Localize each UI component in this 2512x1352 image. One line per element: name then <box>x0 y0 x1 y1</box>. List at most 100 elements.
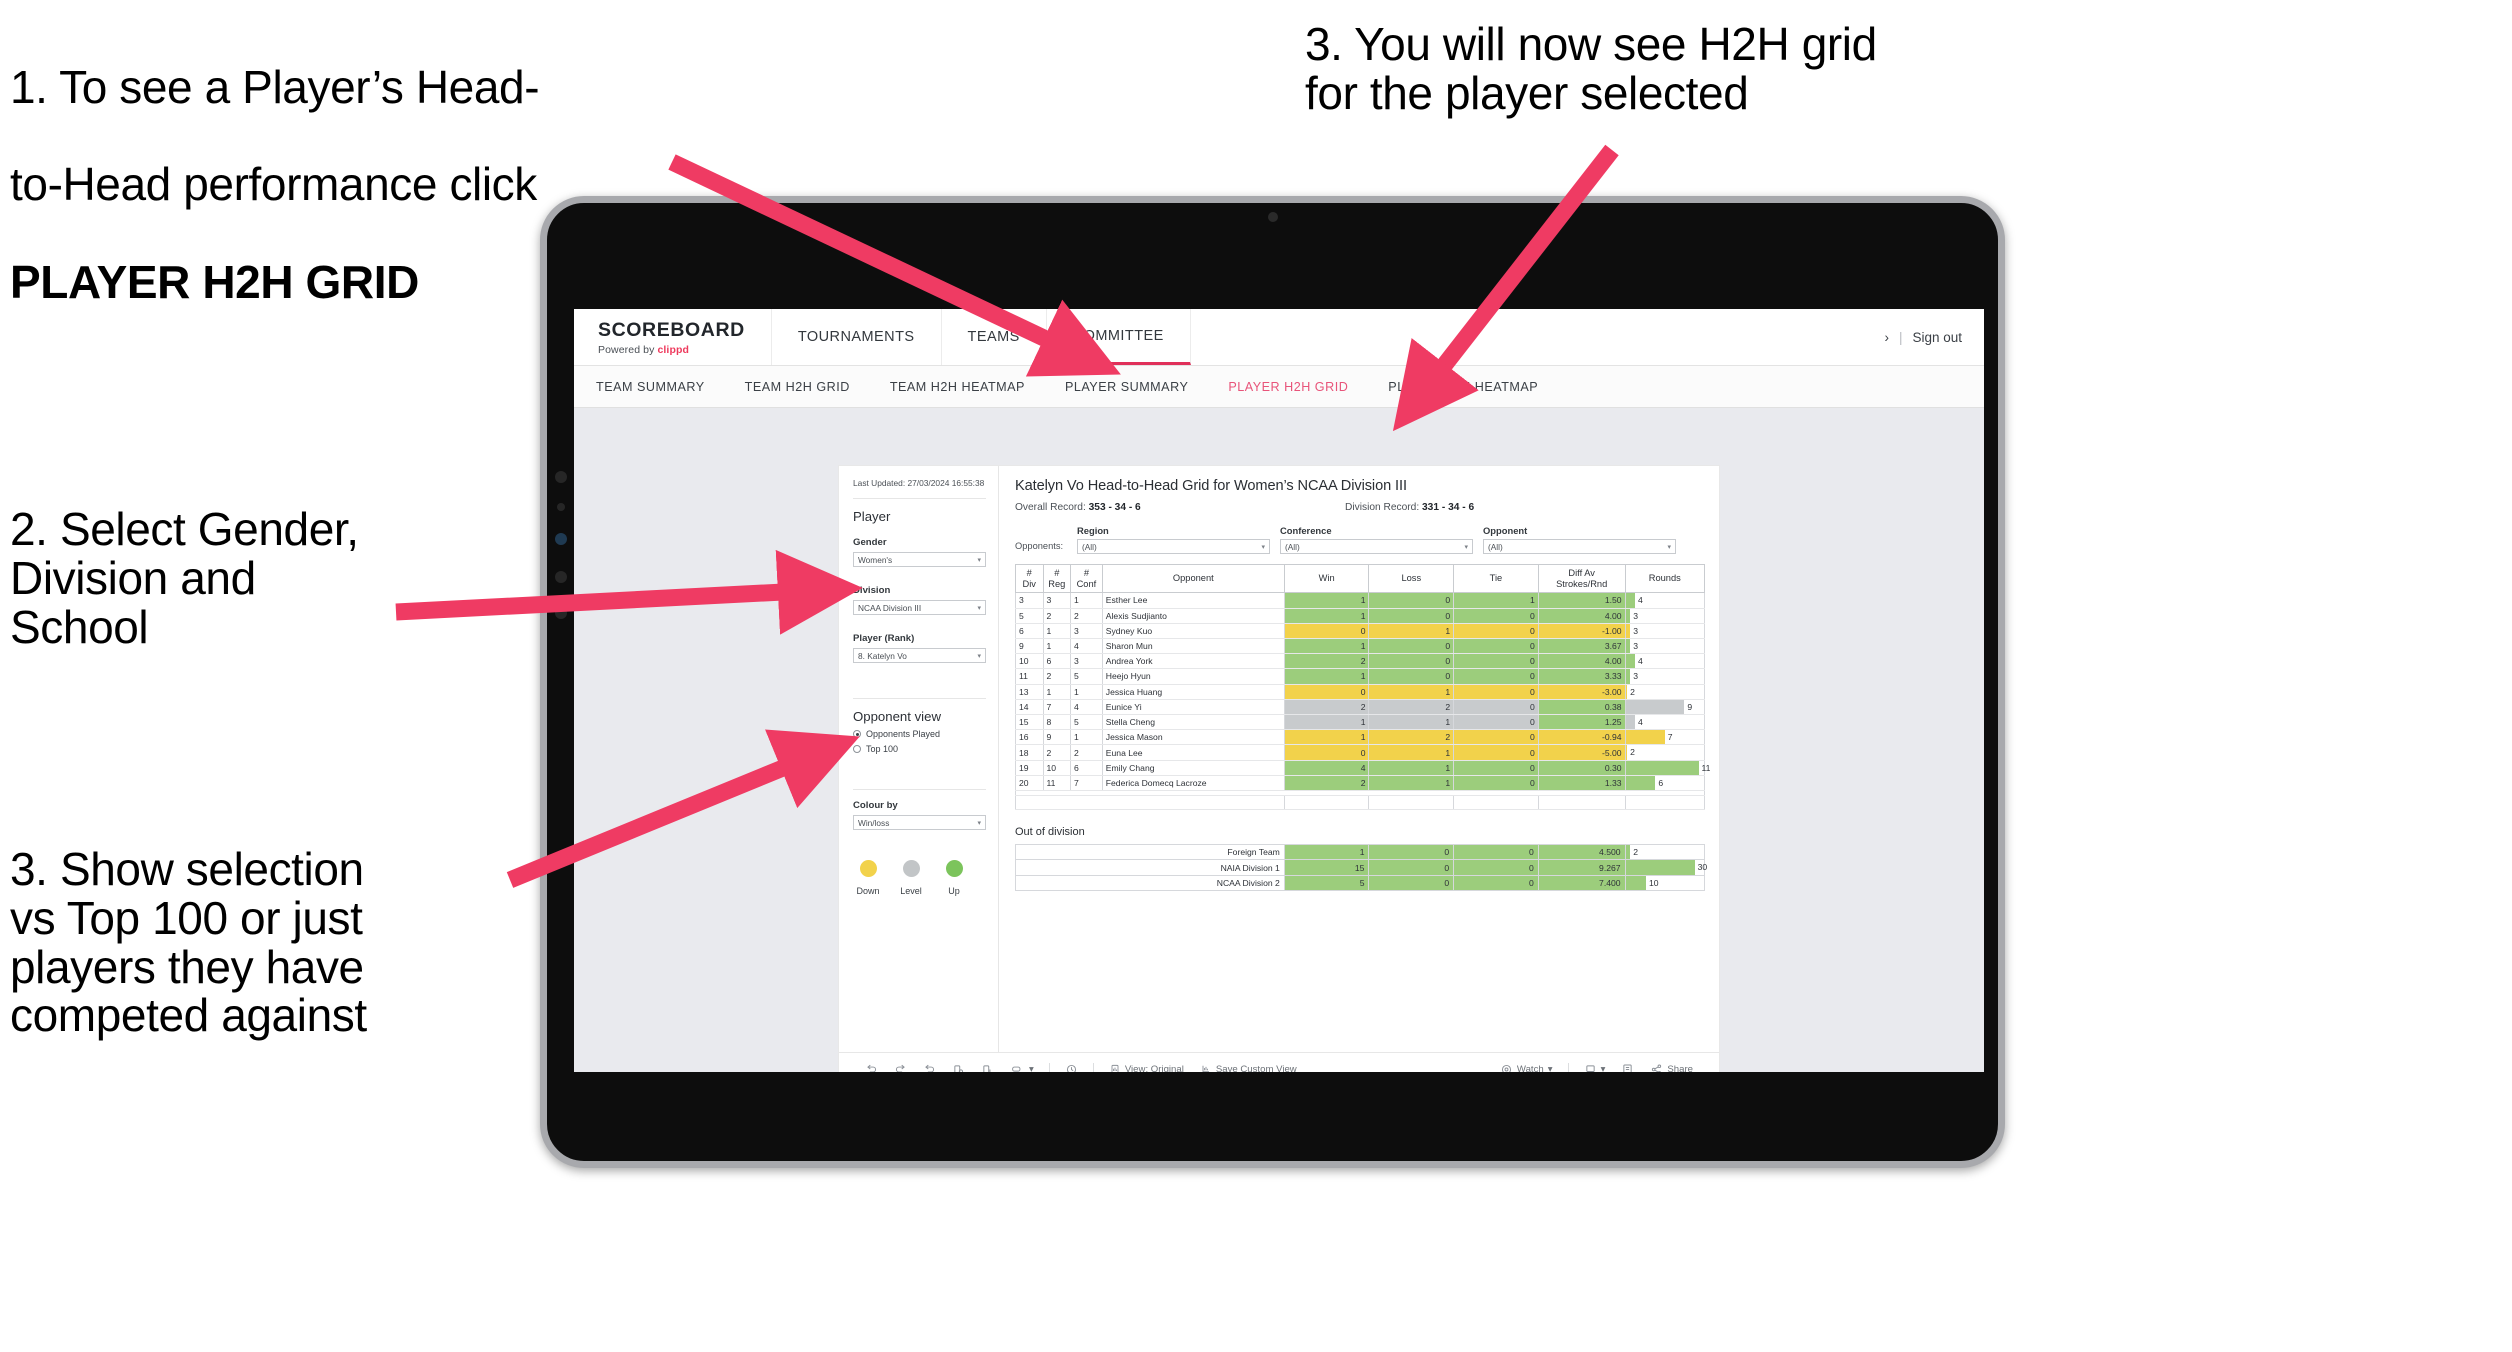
sign-out-link[interactable]: Sign out <box>1912 330 1962 345</box>
chevron-down-icon: ▾ <box>1667 543 1671 551</box>
cell-reg: 8 <box>1042 714 1072 731</box>
nav-item-teams[interactable]: TEAMS <box>942 309 1047 365</box>
table-row[interactable]: 20 11 7 Federica Domecq Lacroze 2 1 0 1.33 6 <box>1015 775 1706 792</box>
table-row[interactable]: 16 9 1 Jessica Mason 1 2 0 -0.94 7 <box>1015 729 1706 746</box>
cell-conf: 1 <box>1070 684 1103 700</box>
cell-loss: 0 <box>1368 638 1455 655</box>
out-of-division-row[interactable]: Foreign Team 1 0 0 4.500 2 <box>1015 844 1706 861</box>
cell-diff: 1.33 <box>1537 775 1626 792</box>
table-header-row: # Div # Reg # Conf Opponent Win Loss Tie Di… <box>1015 563 1706 594</box>
cell-tie: 0 <box>1453 684 1539 700</box>
cell-div: 5 <box>1015 608 1044 624</box>
cell-opponent: Emily Chang <box>1101 760 1285 776</box>
table-row[interactable]: 3 3 1 Esther Lee 1 0 1 1.50 4 <box>1015 592 1706 609</box>
opponent-select[interactable]: (All) ▾ <box>1483 539 1676 554</box>
cell-loss: 1 <box>1368 684 1455 700</box>
table-row[interactable]: 9 1 4 Sharon Mun 1 0 0 3.67 3 <box>1015 638 1706 655</box>
cell-reg: 11 <box>1042 775 1072 792</box>
cell-win: 2 <box>1283 653 1370 670</box>
share-button[interactable]: Share <box>1642 1063 1701 1072</box>
undo-button[interactable] <box>857 1063 886 1072</box>
save-custom-view-button[interactable]: Save Custom View <box>1192 1063 1305 1072</box>
pause-updates-button[interactable] <box>973 1063 1002 1072</box>
cell-diff: 3.33 <box>1537 668 1626 685</box>
slide-canvas: SCOREBOARD Powered by clippd TOURNAMENTS… <box>0 0 2512 1352</box>
tab-player-h2h-grid[interactable]: PLAYER H2H GRID <box>1208 380 1368 394</box>
tab-team-h2h-grid[interactable]: TEAM H2H GRID <box>725 380 870 394</box>
out-of-division-row[interactable]: NAIA Division 1 15 0 0 9.267 30 <box>1015 859 1707 876</box>
conference-select[interactable]: (All) ▾ <box>1280 539 1473 554</box>
cell-opponent: Stella Cheng <box>1101 714 1285 731</box>
cell-rounds: 9 <box>1624 699 1706 716</box>
tab-player-h2h-heatmap[interactable]: PLAYER H2H HEATMAP <box>1368 380 1558 394</box>
cell-tie: 0 <box>1453 608 1539 624</box>
annotation-step-1: 1. To see a Player’s Head- to-Head perfo… <box>10 14 770 355</box>
cell-loss: 0 <box>1368 844 1455 861</box>
cell-win: 1 <box>1283 714 1370 731</box>
radio-opponents-played[interactable]: Opponents Played <box>853 729 986 739</box>
table-filler-row <box>1015 795 1706 811</box>
nav-chevron-icon[interactable]: › <box>1884 330 1889 345</box>
cell-reg: 1 <box>1042 623 1072 639</box>
device-layout-button[interactable]: ▾ <box>1002 1063 1042 1072</box>
col-conf: # Conf <box>1070 563 1103 594</box>
table-row[interactable]: 14 7 4 Eunice Yi 2 2 0 0.38 9 <box>1015 699 1706 716</box>
watch-button[interactable]: Watch ▾ <box>1492 1063 1561 1072</box>
table-row[interactable]: 5 2 2 Alexis Sudjianto 1 0 0 4.00 3 <box>1015 608 1706 624</box>
table-row[interactable]: 13 1 1 Jessica Huang 0 1 0 -3.00 2 <box>1015 684 1706 700</box>
tab-team-summary[interactable]: TEAM SUMMARY <box>596 380 725 394</box>
cell-div: 18 <box>1015 744 1044 761</box>
table-row[interactable]: 6 1 3 Sydney Kuo 0 1 0 -1.00 3 <box>1015 623 1706 639</box>
radio-top-100[interactable]: Top 100 <box>853 744 986 754</box>
table-row[interactable]: 11 2 5 Heejo Hyun 1 0 0 3.33 3 <box>1015 668 1706 685</box>
nav-item-tournaments[interactable]: TOURNAMENTS <box>772 309 942 365</box>
cell-conf: 1 <box>1070 729 1103 746</box>
region-select[interactable]: (All) ▾ <box>1077 539 1270 554</box>
table-row[interactable]: 15 8 5 Stella Cheng 1 1 0 1.25 4 <box>1015 714 1706 731</box>
watch-label: Watch <box>1516 1064 1544 1072</box>
tab-team-h2h-heatmap[interactable]: TEAM H2H HEATMAP <box>870 380 1045 394</box>
browser-viewport: SCOREBOARD Powered by clippd TOURNAMENTS… <box>574 309 1984 1072</box>
cell-rounds: 3 <box>1624 623 1706 639</box>
table-row[interactable]: 10 6 3 Andrea York 2 0 0 4.00 4 <box>1015 653 1706 670</box>
view-original-button[interactable]: View: Original <box>1101 1063 1192 1072</box>
cell-diff: 1.50 <box>1537 592 1626 609</box>
cell-diff: -3.00 <box>1537 684 1626 700</box>
table-row[interactable]: 18 2 2 Euna Lee 0 1 0 -5.00 2 <box>1015 744 1706 761</box>
cell-rounds: 2 <box>1624 684 1706 700</box>
revert-button[interactable] <box>915 1063 944 1072</box>
refresh-button[interactable] <box>944 1063 973 1072</box>
cell-reg: 6 <box>1042 653 1072 670</box>
nav-item-committee[interactable]: COMMITTEE <box>1046 309 1191 365</box>
last-updated-text: Last Updated: 27/03/2024 16:55:38 <box>853 478 985 488</box>
cell-opponent: Federica Domecq Lacroze <box>1101 775 1285 792</box>
cell-win: 1 <box>1283 668 1370 685</box>
h2h-grid-table: # Div # Reg # Conf Opponent Win Loss Tie Di… <box>1015 563 1710 811</box>
fullscreen-button[interactable] <box>1613 1063 1642 1072</box>
gender-select[interactable]: Women's ▾ <box>853 552 986 568</box>
cell-tie: 0 <box>1453 623 1539 639</box>
cell-tie: 0 <box>1453 775 1539 792</box>
cell-tie: 0 <box>1453 653 1539 670</box>
cell-conf: 4 <box>1070 699 1103 716</box>
cell-opponent: Eunice Yi <box>1101 699 1285 716</box>
redo-button[interactable] <box>886 1063 915 1072</box>
overall-record-value: 353 - 34 - 6 <box>1088 502 1141 513</box>
tab-player-summary[interactable]: PLAYER SUMMARY <box>1045 380 1208 394</box>
cell-rounds: 4 <box>1624 714 1706 731</box>
region-label: Region <box>1077 525 1109 536</box>
colour-by-select[interactable]: Win/loss ▾ <box>853 815 986 831</box>
out-of-division-row[interactable]: NCAA Division 2 5 0 0 7.400 10 <box>1015 874 1706 891</box>
cell-loss: 2 <box>1368 729 1455 746</box>
gender-label: Gender <box>853 537 887 549</box>
player-rank-select[interactable]: 8. Katelyn Vo ▾ <box>853 648 986 664</box>
table-row[interactable]: 19 10 6 Emily Chang 4 1 0 0.30 11 <box>1015 760 1710 776</box>
download-button[interactable]: ▾ <box>1576 1063 1614 1072</box>
history-button[interactable] <box>1057 1063 1086 1072</box>
division-record-label: Division Record: <box>1345 502 1420 513</box>
annotation-step-1-line1: 1. To see a Player’s Head- <box>10 60 540 113</box>
division-select[interactable]: NCAA Division III ▾ <box>853 600 986 616</box>
legend-swatch-up <box>945 860 963 878</box>
cell-diff: 4.00 <box>1537 653 1626 670</box>
tableau-toolbar: ▾ View: Original Save Custom View Watch … <box>839 1052 1719 1072</box>
